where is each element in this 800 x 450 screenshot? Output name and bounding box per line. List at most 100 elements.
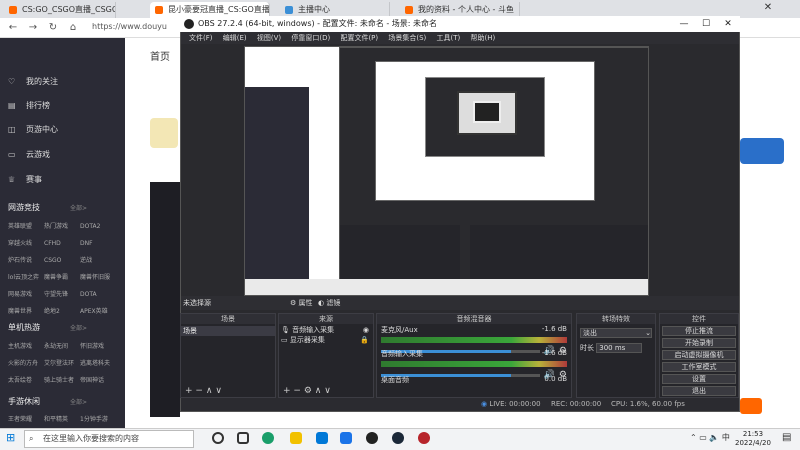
gear-icon[interactable]: ⚙ bbox=[304, 386, 312, 396]
source-item-display-capture[interactable]: ▭ 显示器采集 🔒 bbox=[279, 335, 373, 345]
transition-select[interactable]: 淡出 ⌄ bbox=[580, 328, 652, 338]
window-close-icon[interactable]: ✕ bbox=[760, 2, 776, 16]
audio-mixer-dock: 音频混音器 麦克风/Aux -1.6 dB 🔊 ⚙ 音频输入采集 -1.6 dB … bbox=[376, 313, 572, 398]
start-recording-button[interactable]: 开始录制 bbox=[662, 338, 736, 348]
obs-close-icon[interactable]: ✕ bbox=[720, 16, 736, 32]
steam-icon[interactable] bbox=[392, 432, 404, 444]
follow-button[interactable] bbox=[740, 398, 762, 414]
menu-help[interactable]: 帮助(H) bbox=[471, 34, 496, 42]
url-field[interactable]: https://www.douyu bbox=[92, 22, 167, 31]
store-icon[interactable] bbox=[316, 432, 328, 444]
lock-icon[interactable]: 🔒 bbox=[360, 335, 369, 345]
scene-item[interactable]: 场景 bbox=[181, 326, 275, 336]
taskbar-clock[interactable]: 21:53 2022/4/20 bbox=[735, 430, 771, 448]
source-item-audio-input[interactable]: 🎙 音频输入采集 ◉ bbox=[279, 325, 373, 335]
scene-controls: + − ∧ ∨ bbox=[185, 386, 222, 396]
promo-banner-image[interactable] bbox=[740, 138, 784, 164]
move-down-icon[interactable]: ∨ bbox=[324, 386, 331, 396]
menu-view[interactable]: 视图(V) bbox=[257, 34, 281, 42]
no-source-label: 未选择源 bbox=[183, 299, 211, 307]
obs-taskbar-icon[interactable] bbox=[366, 432, 378, 444]
cpu-status: CPU: 1.6%, 60.00 fps bbox=[611, 400, 685, 408]
edge-icon[interactable] bbox=[262, 432, 274, 444]
douyu-favicon bbox=[155, 6, 163, 14]
anchor-favicon bbox=[285, 6, 293, 14]
studio-mode-button[interactable]: 工作室模式 bbox=[662, 362, 736, 372]
obs-title-bar: OBS 27.2.4 (64-bit, windows) - 配置文件: 未命名… bbox=[180, 16, 740, 32]
remove-icon[interactable]: − bbox=[293, 386, 301, 396]
forward-icon[interactable]: → bbox=[26, 21, 40, 35]
remove-icon[interactable]: − bbox=[195, 386, 203, 396]
move-down-icon[interactable]: ∨ bbox=[215, 386, 222, 396]
sidebar-mobile-games-grid: 王者荣耀 和平精英 1分钟手游 bbox=[8, 416, 108, 423]
rec-status: REC: 00:00:00 bbox=[551, 400, 602, 408]
controls-dock: 控件 停止推流 开始录制 启动虚拟摄像机 工作室模式 设置 退出 bbox=[659, 313, 739, 398]
sources-dock: 来源 🎙 音频输入采集 ◉ ▭ 显示器采集 🔒 + − ⚙ ∧ ∨ bbox=[278, 313, 374, 398]
sidebar-item-cloud-games[interactable]: ▭ 云游戏 bbox=[8, 147, 50, 163]
sidebar-item-follow[interactable]: ♡ 我的关注 bbox=[8, 74, 58, 90]
trophy-icon: ♕ bbox=[8, 175, 16, 184]
system-tray-icons[interactable]: ⌃ ▭ 🔈 中 bbox=[690, 432, 730, 443]
preview-mirror-mixer bbox=[470, 225, 648, 287]
obs-preview-canvas[interactable] bbox=[244, 46, 649, 296]
taskbar-search-box[interactable]: ⌕ 在这里输入你要搜索的内容 bbox=[24, 430, 194, 448]
settings-button[interactable]: 设置 bbox=[662, 374, 736, 384]
properties-button[interactable]: ⚙ 属性 bbox=[290, 298, 313, 308]
menu-edit[interactable]: 编辑(E) bbox=[223, 34, 247, 42]
sidebar-item-ranking[interactable]: ▤ 排行榜 bbox=[8, 98, 50, 114]
gear-icon: ⚙ bbox=[290, 299, 299, 307]
douyu-favicon bbox=[9, 6, 17, 14]
controls-header: 控件 bbox=[660, 314, 738, 324]
eye-icon[interactable]: ◉ bbox=[363, 325, 369, 335]
obs-minimize-icon[interactable]: — bbox=[676, 16, 692, 32]
move-up-icon[interactable]: ∧ bbox=[206, 386, 213, 396]
preview-mirror-taskbar bbox=[245, 279, 648, 295]
back-icon[interactable]: ← bbox=[6, 21, 20, 35]
move-up-icon[interactable]: ∧ bbox=[315, 386, 322, 396]
heart-icon: ♡ bbox=[8, 77, 16, 86]
menu-file[interactable]: 文件(F) bbox=[189, 34, 213, 42]
exit-button[interactable]: 退出 bbox=[662, 386, 736, 396]
live-status: ◉ LIVE: 00:00:00 bbox=[481, 400, 541, 408]
sidebar-item-events[interactable]: ♕ 赛事 bbox=[8, 172, 42, 188]
volume-meter bbox=[381, 337, 567, 343]
volume-meter bbox=[381, 361, 567, 367]
mixer-header: 音频混音器 bbox=[377, 314, 571, 324]
nav-home-link[interactable]: 首页 bbox=[150, 48, 170, 63]
add-icon[interactable]: + bbox=[185, 386, 193, 396]
menu-profile[interactable]: 配置文件(P) bbox=[340, 34, 378, 42]
cortana-icon[interactable] bbox=[212, 432, 224, 444]
mixer-channel: 桌面音频 0.0 dB bbox=[381, 375, 567, 384]
sidebar-item-page-games[interactable]: ◫ 页游中心 bbox=[8, 122, 58, 138]
stop-streaming-button[interactable]: 停止推流 bbox=[662, 326, 736, 336]
microphone-icon: 🎙 bbox=[281, 326, 290, 334]
windows-start-icon[interactable]: ⊞ bbox=[6, 432, 18, 444]
sidebar-section-single-games: 单机热游 全部> bbox=[8, 323, 88, 332]
sidebar-section-online-games: 网游竞技 全部> bbox=[8, 203, 88, 212]
home-icon[interactable]: ⌂ bbox=[66, 21, 80, 35]
filters-button[interactable]: ◐ 滤镜 bbox=[318, 298, 340, 308]
obs-menu-bar: 文件(F) 编辑(E) 视图(V) 停靠窗口(D) 配置文件(P) 场景集合(S… bbox=[181, 32, 739, 44]
security-icon[interactable] bbox=[340, 432, 352, 444]
browser-tab-0[interactable]: CS:GO_CSGO直播_CSGO直播间 bbox=[4, 2, 116, 18]
scenes-dock: 场景 场景 + − ∧ ∨ bbox=[180, 313, 276, 398]
start-virtual-camera-button[interactable]: 启动虚拟摄像机 bbox=[662, 350, 736, 360]
menu-docks[interactable]: 停靠窗口(D) bbox=[291, 34, 330, 42]
app-icon[interactable] bbox=[418, 432, 430, 444]
source-toolbar bbox=[181, 296, 739, 310]
page-center-icon: ◫ bbox=[8, 125, 16, 134]
obs-maximize-icon[interactable]: ☐ bbox=[698, 16, 714, 32]
refresh-icon[interactable]: ↻ bbox=[46, 21, 60, 35]
monitor-icon: ▭ bbox=[281, 336, 288, 344]
streamer-thumbnail[interactable] bbox=[150, 118, 178, 148]
duration-input[interactable]: 300 ms bbox=[596, 343, 643, 353]
transitions-dock: 转场特效 淡出 ⌄ 时长 300 ms bbox=[576, 313, 656, 398]
notification-icon[interactable]: ▤ bbox=[782, 432, 791, 443]
menu-tools[interactable]: 工具(T) bbox=[437, 34, 461, 42]
menu-scene-collection[interactable]: 场景集合(S) bbox=[388, 34, 426, 42]
add-icon[interactable]: + bbox=[283, 386, 291, 396]
file-explorer-icon[interactable] bbox=[290, 432, 302, 444]
obs-status-bar: ◉ LIVE: 00:00:00 REC: 00:00:00 CPU: 1.6%… bbox=[181, 398, 739, 411]
sidebar-online-games-grid: 英雄联盟 热门游戏 DOTA2 穿越火线 CFHD DNF 炉石传说 CSGO 逆战 lol… bbox=[8, 223, 111, 315]
task-view-icon[interactable] bbox=[237, 432, 249, 444]
